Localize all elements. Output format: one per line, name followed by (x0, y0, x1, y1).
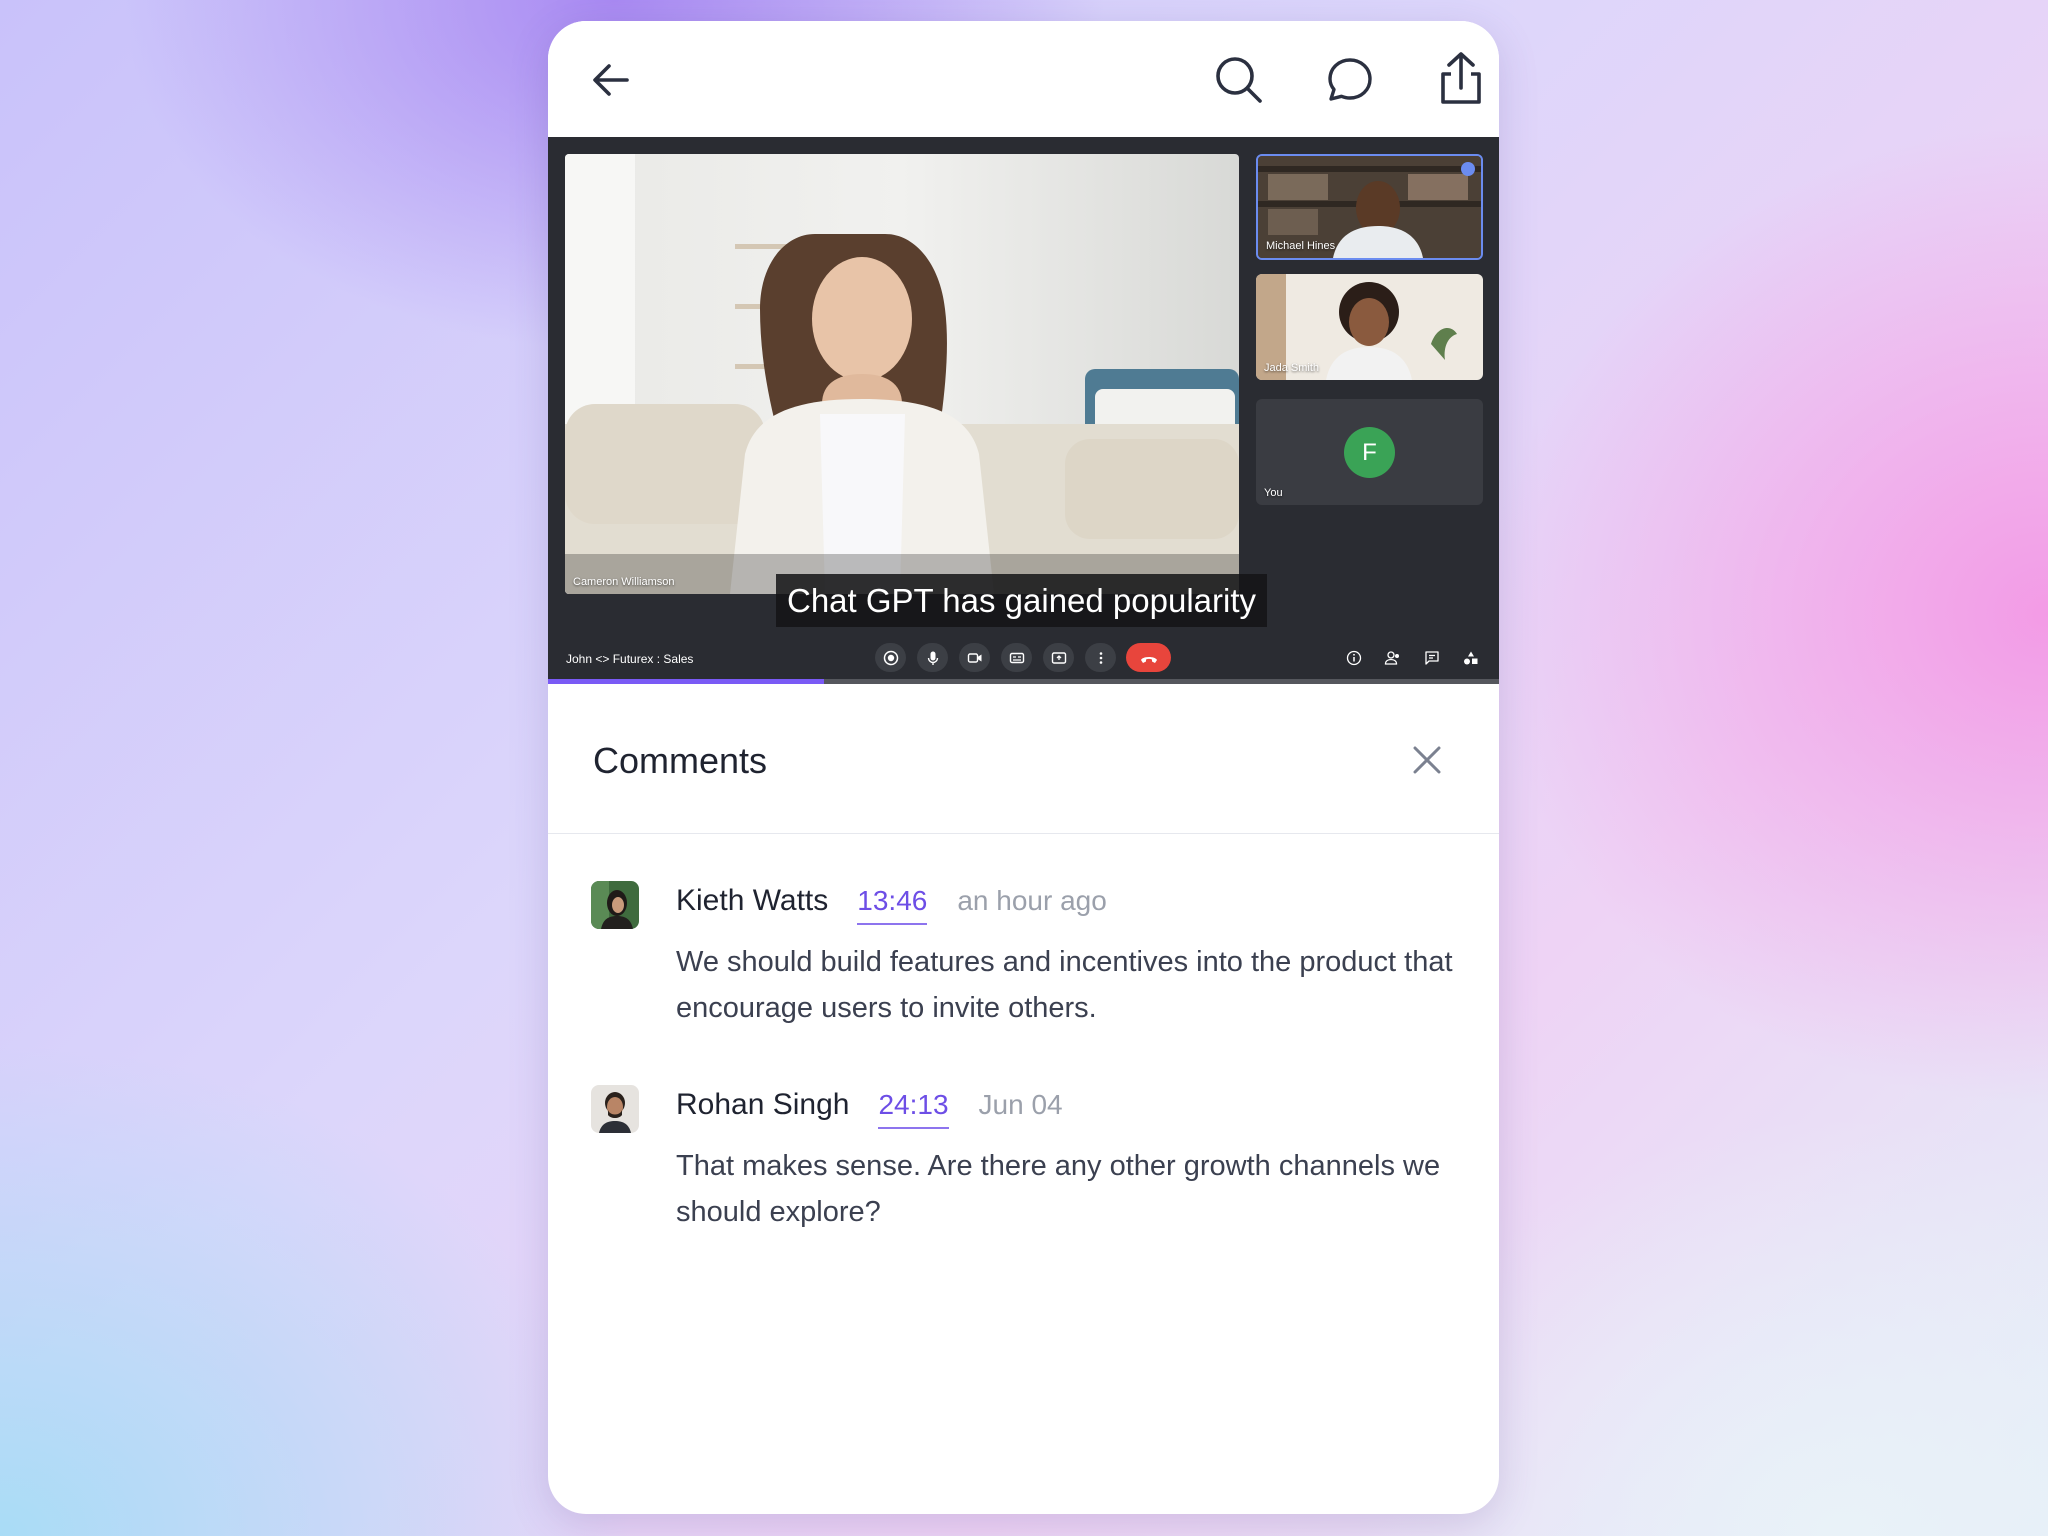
end-call-icon[interactable] (1126, 643, 1171, 672)
comment-timestamp-link[interactable]: 13:46 (857, 885, 928, 925)
main-participant-tile: Cameron Williamson (565, 154, 1239, 594)
live-caption: Chat GPT has gained popularity (776, 574, 1268, 627)
chat-icon[interactable] (1422, 648, 1442, 668)
people-icon[interactable] (1383, 648, 1403, 668)
avatar[interactable] (591, 881, 639, 929)
participant-video-frame (565, 154, 1239, 594)
captions-icon[interactable] (1001, 643, 1032, 672)
comment-timestamp-link[interactable]: 24:13 (878, 1089, 949, 1129)
comment-meta: Kieth Watts 13:46 an hour ago (676, 884, 1107, 932)
comment-author[interactable]: Rohan Singh (676, 1088, 849, 1122)
info-icon[interactable] (1344, 648, 1364, 668)
comment-author[interactable]: Kieth Watts (676, 884, 828, 918)
user-photo (591, 1085, 639, 1133)
comments-title: Comments (593, 740, 768, 781)
meeting-video[interactable]: Cameron Williamson Michael Hines Jada Sm… (548, 137, 1499, 684)
comments-header: Comments (548, 684, 1499, 834)
camera-icon[interactable] (959, 643, 990, 672)
main-participant-name: Cameron Williamson (573, 576, 675, 588)
top-bar (548, 21, 1499, 137)
participant-tile-jada-smith[interactable]: Jada Smith (1256, 274, 1483, 380)
share-icon[interactable] (1434, 49, 1488, 109)
comment-meta: Rohan Singh 24:13 Jun 04 (676, 1088, 1063, 1136)
more-icon[interactable] (1085, 643, 1116, 672)
back-arrow-icon[interactable] (586, 55, 636, 105)
speaking-indicator-icon (1461, 162, 1475, 176)
participant-name: Michael Hines (1266, 240, 1336, 252)
participant-tile-you[interactable]: F You (1256, 399, 1483, 505)
video-comments-card: Cameron Williamson Michael Hines Jada Sm… (548, 21, 1499, 1514)
avatar[interactable] (591, 1085, 639, 1133)
comment-date: an hour ago (957, 885, 1107, 916)
participant-name: You (1264, 487, 1283, 499)
comment-bubble-icon[interactable] (1323, 53, 1377, 107)
meeting-title: John <> Futurex : Sales (566, 652, 694, 666)
user-initial-avatar: F (1344, 427, 1395, 478)
comment-item: Rohan Singh 24:13 Jun 04 That makes sens… (548, 1064, 1499, 1244)
comment-text: We should build features and incentives … (676, 946, 1453, 1024)
mic-icon[interactable] (917, 643, 948, 672)
participant-tile-michael-hines[interactable]: Michael Hines (1256, 154, 1483, 260)
comment-item: Kieth Watts 13:46 an hour ago We should … (548, 860, 1499, 1040)
search-icon[interactable] (1212, 53, 1266, 107)
participant-name: Jada Smith (1264, 362, 1320, 374)
close-icon[interactable] (1407, 740, 1447, 780)
record-icon[interactable] (875, 643, 906, 672)
comment-date: Jun 04 (978, 1089, 1063, 1120)
activities-icon[interactable] (1461, 648, 1481, 668)
user-photo (591, 881, 639, 929)
comment-text: That makes sense. Are there any other gr… (676, 1150, 1441, 1228)
present-icon[interactable] (1043, 643, 1074, 672)
